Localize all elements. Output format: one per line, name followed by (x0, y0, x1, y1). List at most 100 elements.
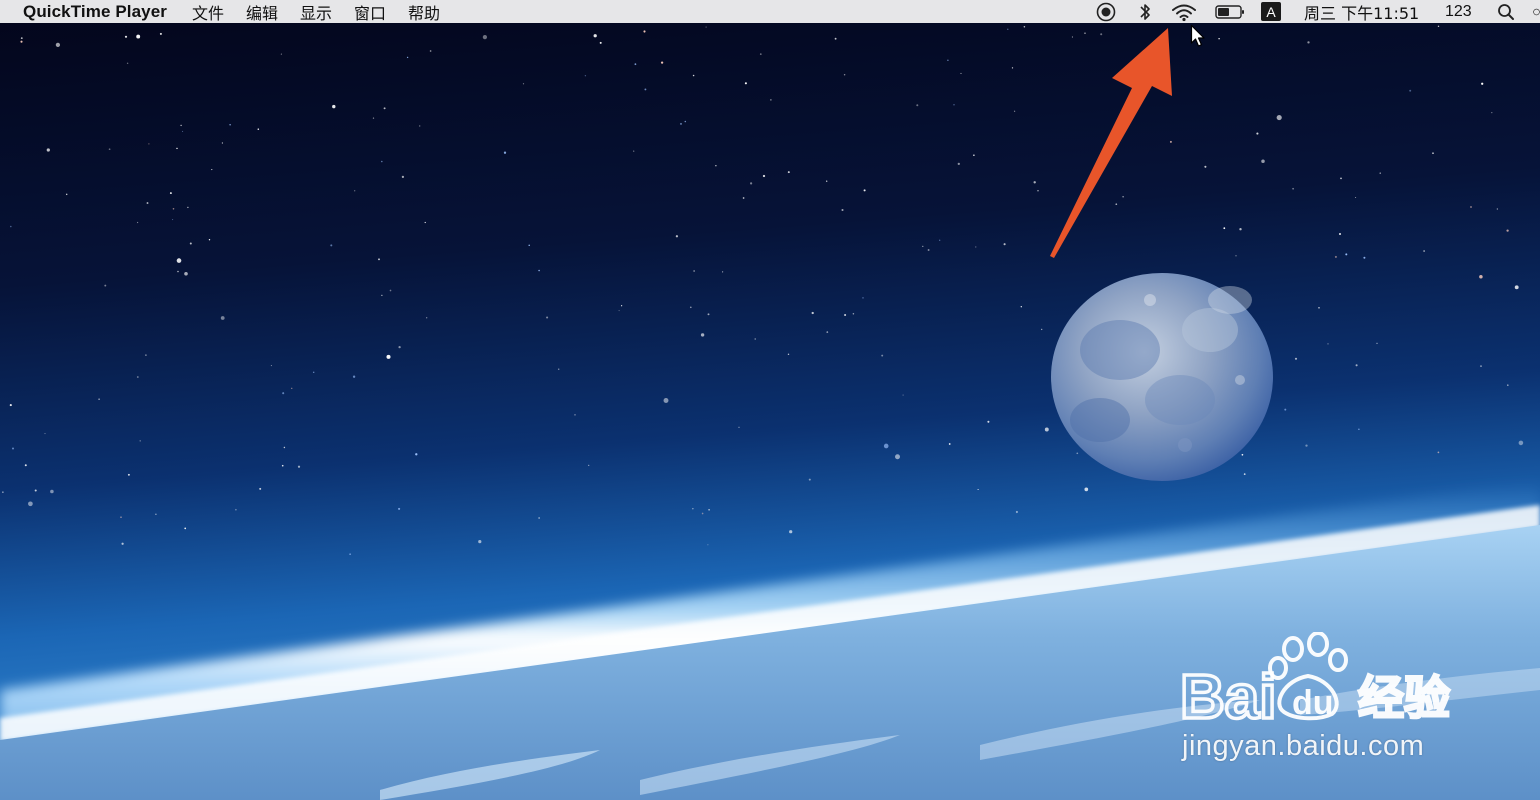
menu-clock[interactable]: 周三 下午11:51 (1304, 0, 1419, 23)
star (863, 189, 866, 192)
menu-window[interactable]: 窗口 (354, 0, 386, 24)
star (759, 53, 762, 55)
star (389, 289, 392, 292)
keyboard-indicator[interactable]: 123 (1445, 0, 1472, 23)
star (426, 317, 428, 319)
watermark-url: jingyan.baidu.com (1182, 730, 1425, 762)
mouse-cursor-icon (1190, 24, 1205, 47)
star (960, 72, 962, 74)
star (957, 162, 960, 166)
star (352, 375, 356, 378)
star (684, 120, 687, 123)
star (1015, 510, 1018, 514)
star (172, 219, 174, 221)
star (557, 368, 560, 371)
star (1235, 255, 1237, 257)
star (1327, 343, 1329, 345)
star (330, 244, 333, 247)
star (1294, 357, 1298, 360)
star (1003, 243, 1006, 246)
star (283, 446, 286, 449)
star (1481, 82, 1484, 85)
input-source-icon[interactable]: A (1260, 0, 1282, 23)
siri-icon[interactable] (1533, 0, 1540, 23)
star (808, 478, 811, 481)
app-menu[interactable]: QuickTime Player (23, 2, 167, 22)
wifi-icon[interactable] (1170, 0, 1198, 23)
star (1223, 227, 1226, 230)
star (104, 284, 107, 287)
star (708, 508, 710, 511)
star (1239, 228, 1242, 231)
menu-file[interactable]: 文件 (192, 0, 224, 24)
star (381, 160, 383, 163)
star (1307, 41, 1310, 44)
star (1241, 453, 1244, 456)
star (1076, 452, 1079, 455)
star (1355, 364, 1358, 367)
svg-text:经验: 经验 (1358, 671, 1450, 725)
star (354, 190, 356, 192)
battery-icon[interactable] (1214, 0, 1246, 23)
star (282, 392, 285, 395)
star (148, 143, 150, 145)
star (189, 242, 192, 245)
star (707, 313, 710, 316)
star (398, 507, 401, 510)
input-source-label: A (1261, 2, 1281, 21)
star (1432, 152, 1434, 154)
star (1479, 275, 1483, 279)
star (211, 169, 213, 171)
star (1276, 115, 1282, 121)
svg-text:du: du (1292, 684, 1334, 722)
star (618, 310, 620, 312)
star (1318, 307, 1320, 309)
star (46, 148, 50, 152)
screen-record-icon[interactable] (1095, 0, 1117, 23)
star (1491, 111, 1493, 114)
star (826, 331, 829, 333)
star (987, 420, 990, 423)
star (1506, 229, 1509, 232)
star (429, 50, 432, 52)
star (20, 37, 23, 39)
star (172, 208, 175, 210)
menu-edit[interactable]: 编辑 (246, 0, 278, 24)
star (1507, 384, 1509, 386)
annotation-arrow-icon (1050, 28, 1172, 258)
search-icon[interactable] (1495, 0, 1517, 23)
star (65, 193, 68, 196)
star (11, 447, 15, 450)
moon (1051, 273, 1273, 481)
star (834, 37, 837, 40)
star (826, 180, 828, 182)
star (386, 354, 391, 359)
star (1496, 208, 1498, 210)
star (1041, 328, 1043, 331)
star (312, 371, 315, 374)
star (749, 182, 753, 185)
menu-help[interactable]: 帮助 (408, 0, 440, 24)
star (844, 313, 847, 317)
star (546, 316, 549, 319)
star (977, 488, 979, 491)
star (50, 489, 54, 494)
star (398, 345, 401, 349)
star (9, 404, 12, 407)
star (187, 206, 189, 209)
star (588, 464, 590, 467)
star (953, 104, 955, 106)
star (221, 142, 223, 144)
desktop-screen: QuickTime Player 文件 编辑 显示 窗口 帮助 A 周三 下午1… (0, 0, 1540, 800)
bluetooth-icon[interactable] (1137, 0, 1153, 23)
menu-view[interactable]: 显示 (300, 0, 332, 24)
star (98, 398, 100, 401)
star (715, 165, 717, 167)
star (599, 41, 602, 44)
star (127, 473, 130, 476)
baidu-watermark-logo: Bai du 经验 (1180, 632, 1451, 727)
star (415, 453, 418, 456)
star (881, 354, 884, 357)
star (220, 316, 225, 320)
star (1284, 408, 1287, 411)
